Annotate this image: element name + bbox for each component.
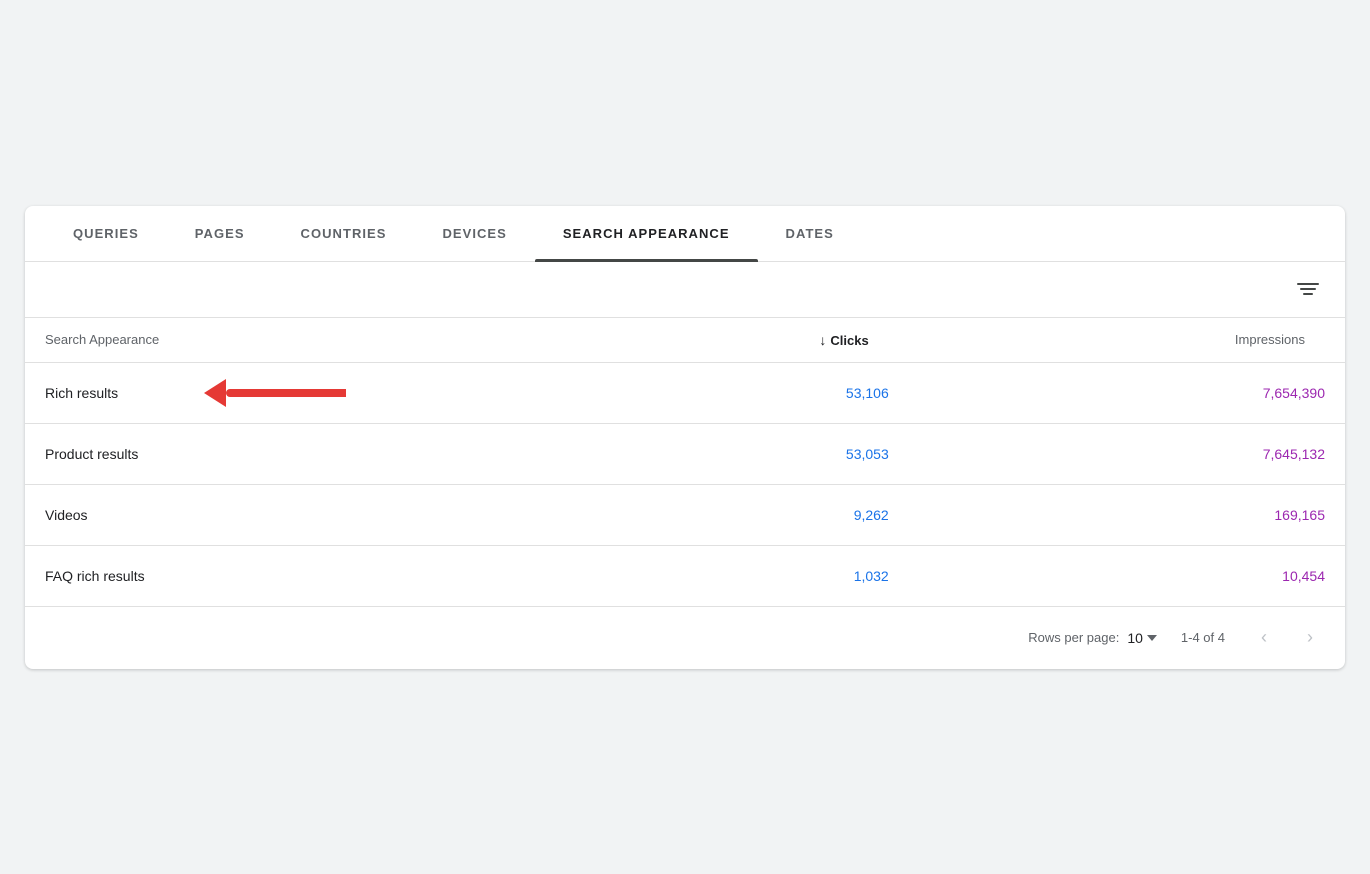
rows-per-page-value: 10 xyxy=(1127,630,1143,646)
tab-dates[interactable]: DATES xyxy=(758,206,862,261)
row-name-0: Rich results xyxy=(25,362,542,423)
row-name-3: FAQ rich results xyxy=(25,545,542,606)
row-name-1: Product results xyxy=(25,423,542,484)
row-clicks-0: 53,106 xyxy=(542,362,909,423)
col-header-impressions: Impressions xyxy=(909,318,1345,363)
rows-per-page-label: Rows per page: xyxy=(1028,630,1119,645)
row-clicks-2: 9,262 xyxy=(542,484,909,545)
tab-search-appearance[interactable]: SEARCH APPEARANCE xyxy=(535,206,758,261)
filter-icon[interactable] xyxy=(1291,277,1325,301)
row-name-2: Videos xyxy=(25,484,542,545)
table-row: Rich results53,1067,654,390 xyxy=(25,362,1345,423)
tab-queries[interactable]: QUERIES xyxy=(45,206,167,261)
annotation-arrow xyxy=(205,379,346,407)
rows-per-page-select[interactable]: 10 xyxy=(1127,630,1157,646)
page-range: 1-4 of 4 xyxy=(1181,630,1225,645)
arrow-head xyxy=(204,379,226,407)
rows-per-page: Rows per page: 10 xyxy=(1028,630,1157,646)
table-row: Product results53,0537,645,132 xyxy=(25,423,1345,484)
table-row: Videos9,262169,165 xyxy=(25,484,1345,545)
tab-devices[interactable]: DEVICES xyxy=(414,206,534,261)
next-page-button[interactable]: › xyxy=(1295,623,1325,653)
previous-page-button[interactable]: ‹ xyxy=(1249,623,1279,653)
arrow-body xyxy=(226,389,346,397)
data-table: Search Appearance ↓Clicks Impressions Ri… xyxy=(25,318,1345,606)
main-card: QUERIESPAGESCOUNTRIESDEVICESSEARCH APPEA… xyxy=(25,206,1345,669)
row-impressions-3: 10,454 xyxy=(909,545,1345,606)
col-header-name: Search Appearance xyxy=(25,318,542,363)
row-clicks-3: 1,032 xyxy=(542,545,909,606)
table-row: FAQ rich results1,03210,454 xyxy=(25,545,1345,606)
dropdown-arrow-icon xyxy=(1147,635,1157,641)
tab-countries[interactable]: COUNTRIES xyxy=(273,206,415,261)
tab-pages[interactable]: PAGES xyxy=(167,206,273,261)
sort-arrow-icon: ↓ xyxy=(819,332,826,348)
tab-navigation: QUERIESPAGESCOUNTRIESDEVICESSEARCH APPEA… xyxy=(25,206,1345,262)
filter-bar xyxy=(25,262,1345,318)
table-header-row: Search Appearance ↓Clicks Impressions xyxy=(25,318,1345,363)
pagination-bar: Rows per page: 10 1-4 of 4 ‹ › xyxy=(25,606,1345,669)
row-impressions-1: 7,645,132 xyxy=(909,423,1345,484)
row-impressions-0: 7,654,390 xyxy=(909,362,1345,423)
row-clicks-1: 53,053 xyxy=(542,423,909,484)
col-header-clicks[interactable]: ↓Clicks xyxy=(542,318,909,363)
row-impressions-2: 169,165 xyxy=(909,484,1345,545)
